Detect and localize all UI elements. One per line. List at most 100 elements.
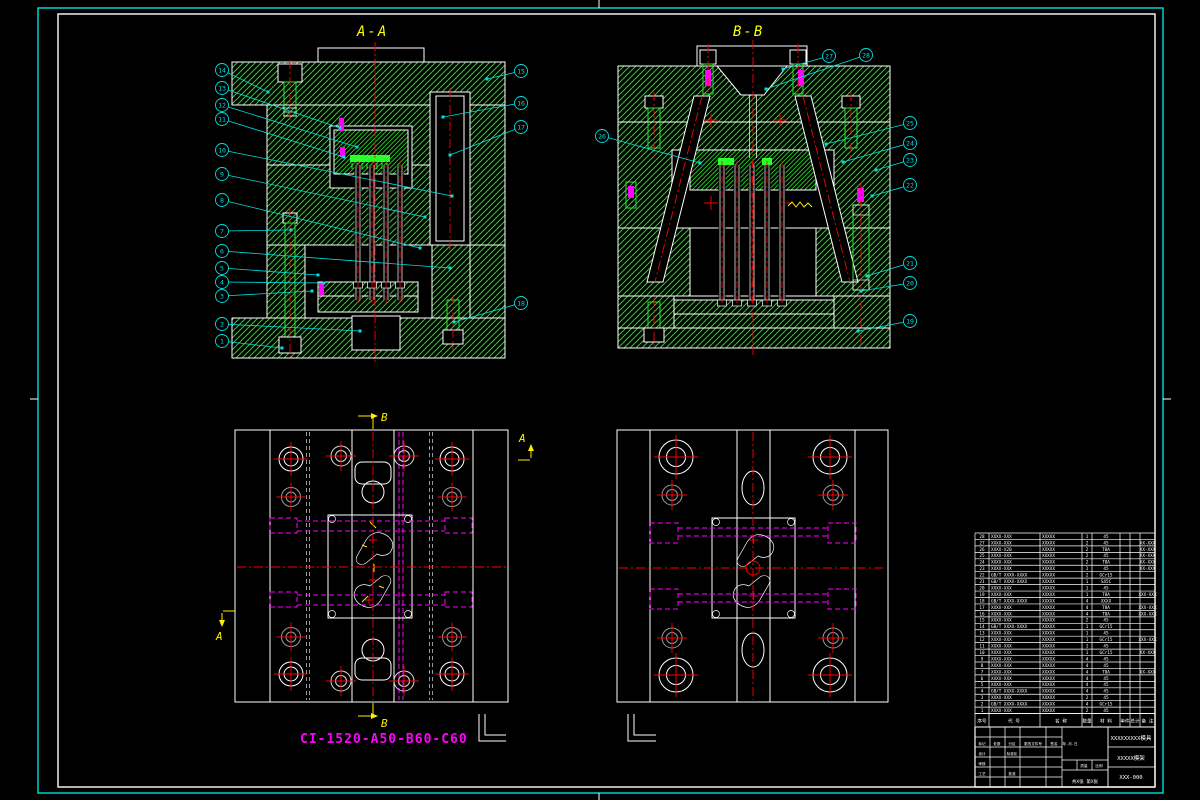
- corner-screw: [787, 518, 795, 526]
- plan-view-right: [616, 429, 889, 742]
- bom-cell: 1: [1086, 650, 1089, 656]
- bom-cell: XXXX-XXX: [991, 560, 1012, 566]
- leader-dot: [865, 274, 869, 278]
- seal-mark: [319, 283, 324, 295]
- bom-cell: XXXXX: [1042, 695, 1055, 701]
- bom-cell: GCr15: [1100, 702, 1113, 708]
- balloon-number: 24: [906, 139, 914, 147]
- leader-dot: [448, 266, 452, 270]
- bom-cell: 1: [1086, 644, 1089, 650]
- bom-cell: 45: [1103, 708, 1109, 714]
- tb-label: 年.月.日: [1062, 741, 1077, 746]
- bom-cell: GCr15: [1100, 624, 1113, 630]
- projection-symbol-r: [627, 714, 656, 742]
- bom-cell: 4: [1086, 656, 1089, 662]
- tb-label: 设计: [978, 751, 986, 756]
- leader-dot: [870, 194, 874, 198]
- balloon-number: 14: [218, 66, 226, 74]
- left-rail-b: [617, 295, 675, 329]
- leader-dot: [448, 153, 452, 157]
- seal-mark: [857, 188, 864, 202]
- locating-ring: [317, 47, 425, 63]
- hole-centermark: [654, 435, 698, 479]
- leader-dot: [266, 90, 270, 94]
- bom-header: 单件: [1120, 718, 1130, 725]
- mark-letter: A: [215, 630, 223, 643]
- bom-cell: 45: [1103, 618, 1109, 624]
- bom-cell: 18: [979, 598, 985, 604]
- leader-dot: [423, 215, 427, 219]
- bom-cell: 12: [979, 637, 985, 643]
- hole-centermark: [657, 480, 687, 510]
- leader-dot: [450, 194, 454, 198]
- bom-cell: T8A: [1102, 547, 1110, 553]
- bom-cell: XXXX-XXX: [991, 553, 1012, 559]
- plan-view-left: B B A A CI-1520-A50-B60-C60: [215, 411, 534, 747]
- bom-cell: GB/T XXXX-XXXX: [991, 689, 1028, 695]
- balloon-number: 20: [906, 279, 914, 287]
- bom-cell: XX-XXX: [1140, 547, 1156, 553]
- mark-letter: A: [518, 432, 526, 445]
- bom-cell: XX-XXX: [1140, 669, 1156, 675]
- bom-cell: 4: [1086, 689, 1089, 695]
- bom-cell: 6: [981, 676, 984, 682]
- bom-cell: GCr15: [1100, 650, 1113, 656]
- bom-cell: 23: [979, 566, 985, 572]
- right-pillar: [469, 104, 506, 246]
- balloon-number: 6: [220, 247, 224, 255]
- mark-letter: B: [381, 411, 388, 424]
- corner-screw: [712, 610, 720, 618]
- bom-cell: 4: [1086, 702, 1089, 708]
- bom-cell: XXXX-XXX: [991, 540, 1012, 546]
- bom-cell: 20: [979, 585, 985, 591]
- bom-cell: XXXX-XXX: [991, 592, 1012, 598]
- hole-centermark: [276, 622, 306, 652]
- balloon-number: 17: [517, 123, 525, 131]
- leader-dot: [698, 161, 702, 165]
- bom-cell: XXXX-XXX: [991, 637, 1012, 643]
- bom-cell: XXXXX: [1042, 553, 1055, 559]
- bom-cell: T8A: [1102, 592, 1110, 598]
- leader-dot: [342, 155, 346, 159]
- bom-table: 28 XXXX-XXX XXXXX 1 4527 XXXX-XXX XXXXX 2 45 XX-X…: [974, 532, 1157, 728]
- bom-cell: XXX-XXX: [1138, 611, 1157, 617]
- bom-cell: GB/T XXXX-XXXX: [991, 579, 1028, 585]
- bom-cell: 22: [979, 573, 985, 579]
- leader-dot: [355, 145, 359, 149]
- leader-dot: [874, 168, 878, 172]
- bom-cell: XXXX-XXX: [991, 682, 1012, 688]
- balloon-number: 19: [906, 317, 914, 325]
- bom-cell: XXXX-XXX: [991, 631, 1012, 637]
- balloon-number: 7: [220, 227, 224, 235]
- slide-channel-r: [649, 522, 679, 544]
- bom-cell: XXXXX: [1042, 560, 1055, 566]
- bom-cell: 2: [1086, 553, 1089, 559]
- slide-channel: [269, 517, 298, 534]
- ejector-base-b: [673, 313, 835, 329]
- bom-cell: 45: [1103, 585, 1109, 591]
- bom-cell: 14: [979, 624, 985, 630]
- bom-cell: 2: [1086, 547, 1089, 553]
- bom-cell: 1: [1086, 592, 1089, 598]
- hole-centermark: [818, 480, 848, 510]
- section-view-b-b: B-B 2627 2825242322212019: [595, 24, 917, 356]
- hole-centermark: [808, 435, 852, 479]
- bom-cell: 1: [981, 708, 984, 714]
- bom-cell: GCr15: [1100, 637, 1113, 643]
- section-view-a-a: A-A 141312111098765432115161718: [215, 24, 528, 364]
- corner-screw: [712, 518, 720, 526]
- right-side-block: [469, 244, 506, 319]
- bom-cell: 7: [981, 669, 984, 675]
- bom-cell: 10: [979, 650, 985, 656]
- bom-cell: 15: [979, 618, 985, 624]
- bom-cell: T8A: [1102, 611, 1110, 617]
- bom-grid: 28 XXXX-XXX XXXXX 1 4527 XXXX-XXX XXXXX 2 45 XX-X…: [974, 532, 1157, 728]
- bom-cell: 45: [1103, 540, 1109, 546]
- cad-drawing-canvas[interactable]: A-A 14 13 12 11 10 9 8 7 6 5 4 3 2 1 15 …: [0, 0, 1200, 800]
- bom-cell: 16: [979, 611, 985, 617]
- bom-cell: 1: [1086, 579, 1089, 585]
- bom-cell: 45: [1103, 631, 1109, 637]
- hole-centermark: [435, 442, 469, 476]
- bom-cell: 1: [1086, 534, 1089, 540]
- bom-cell: XXXX-XXX: [991, 695, 1012, 701]
